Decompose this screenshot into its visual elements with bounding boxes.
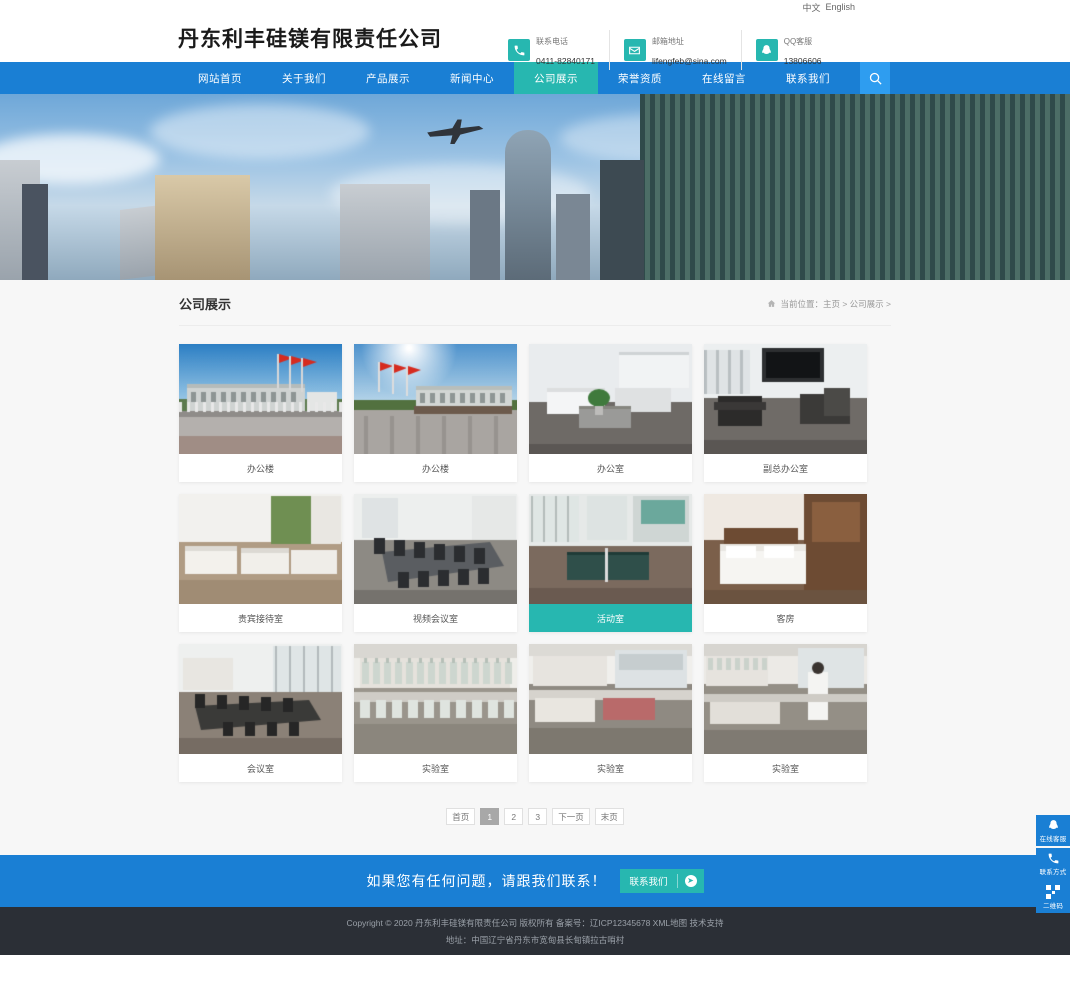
- contact-email: 邮箱地址 lifengfeb@sina.com: [608, 30, 741, 70]
- footer-address: 地址：中国辽宁省丹东市宽甸县长甸镇拉古哨村: [445, 934, 625, 945]
- language-bar: 中文 English: [0, 0, 1070, 14]
- pagination-first[interactable]: 首页: [446, 808, 476, 825]
- pagination-page-3[interactable]: 3: [528, 808, 548, 825]
- gallery-card[interactable]: 贵宾接待室: [179, 494, 342, 632]
- gallery-thumbnail: [179, 344, 342, 454]
- contact-phone-label: 联系电话: [536, 37, 568, 46]
- contact-qq-value: 13806606: [783, 56, 822, 66]
- contact-qq: QQ客服 13806606: [740, 30, 836, 70]
- side-online-service[interactable]: 在线客服: [1036, 815, 1070, 846]
- cta-contact-button[interactable]: 联系我们 ➤: [620, 869, 704, 893]
- floating-service-widget: 在线客服 联系方式 二维码: [1036, 815, 1070, 915]
- lang-en-link[interactable]: English: [825, 2, 855, 12]
- site-logo[interactable]: 丹东利丰硅镁有限责任公司: [178, 23, 442, 53]
- search-button[interactable]: [860, 62, 890, 94]
- gallery-card[interactable]: 活动室: [529, 494, 692, 632]
- gallery-card[interactable]: 办公室: [529, 344, 692, 482]
- gallery-caption: 办公楼: [246, 463, 274, 474]
- gallery-caption: 视频会议室: [412, 613, 458, 624]
- contact-phone: 联系电话 0411-82840171: [508, 30, 609, 70]
- home-icon: [768, 300, 776, 307]
- pagination: 首页 1 2 3 下一页 末页: [179, 808, 891, 825]
- phone-icon: [508, 39, 530, 61]
- gallery-card[interactable]: 实验室: [529, 644, 692, 782]
- gallery-caption: 贵宾接待室: [237, 613, 283, 624]
- gallery-thumbnail: [529, 644, 692, 754]
- gallery-caption: 会议室: [246, 763, 274, 774]
- pagination-page-1[interactable]: 1: [480, 808, 500, 825]
- gallery-thumbnail: [529, 494, 692, 604]
- gallery-card[interactable]: 副总办公室: [704, 344, 867, 482]
- qr-icon: [1046, 885, 1060, 899]
- gallery-caption: 实验室: [421, 763, 449, 774]
- pagination-next[interactable]: 下一页: [552, 808, 590, 825]
- gallery-card[interactable]: 办公楼: [179, 344, 342, 482]
- gallery-card[interactable]: 会议室: [179, 644, 342, 782]
- gallery-grid: 办公楼 办公楼 办公室 副总办公室贵宾接待室 视频会议室 活动室 客房会议室 实验室 实验室 实验…: [179, 344, 891, 782]
- site-header: 丹东利丰硅镁有限责任公司 联系电话 0411-82840171 邮箱地址 lif…: [0, 14, 1070, 70]
- gallery-thumbnail: [354, 494, 517, 604]
- phone-icon: [1048, 853, 1058, 864]
- gallery-card[interactable]: 实验室: [704, 644, 867, 782]
- mail-icon: [623, 39, 646, 61]
- page-content: 公司展示 当前位置：主页 > 公司展示 > 办公楼 办公楼 办公室 副总办公室贵宾接待…: [0, 280, 1070, 855]
- gallery-caption: 办公楼: [421, 463, 449, 474]
- site-footer: Copyright © 2020 丹东利丰硅镁有限责任公司 版权所有 备案号：辽…: [0, 907, 1070, 955]
- lang-zh-link[interactable]: 中文: [802, 1, 820, 14]
- gallery-card[interactable]: 实验室: [354, 644, 517, 782]
- hero-banner: [0, 94, 1070, 280]
- breadcrumb: 当前位置：主页 > 公司展示 >: [767, 298, 891, 310]
- side-qr-code-label: 二维码: [1042, 903, 1064, 910]
- contact-email-value: lifengfeb@sina.com: [651, 56, 727, 66]
- gallery-caption: 办公室: [596, 463, 624, 474]
- gallery-thumbnail: [354, 344, 517, 454]
- header-contacts: 联系电话 0411-82840171 邮箱地址 lifengfeb@sina.c…: [508, 30, 836, 70]
- nav-item-home[interactable]: 网站首页: [178, 62, 262, 94]
- gallery-caption: 副总办公室: [762, 463, 808, 474]
- gallery-caption: 实验室: [596, 763, 624, 774]
- contact-phone-value: 0411-82840171: [536, 56, 595, 66]
- nav-item-news[interactable]: 新闻中心: [430, 62, 514, 94]
- side-contact-method[interactable]: 联系方式: [1036, 848, 1070, 879]
- gallery-thumbnail: [179, 644, 342, 754]
- qq-icon: [1048, 820, 1058, 829]
- side-contact-method-label: 联系方式: [1039, 869, 1067, 876]
- pagination-page-2[interactable]: 2: [504, 808, 524, 825]
- side-online-service-label: 在线客服: [1039, 836, 1067, 843]
- contact-email-label: 邮箱地址: [651, 37, 684, 46]
- cta-button-label: 联系我们: [629, 877, 668, 888]
- gallery-caption: 活动室: [529, 604, 692, 632]
- contact-qq-label: QQ客服: [783, 37, 813, 46]
- arrow-right-icon: ➤: [678, 875, 704, 887]
- page-title: 公司展示: [179, 297, 232, 312]
- page-header: 公司展示 当前位置：主页 > 公司展示 >: [179, 280, 891, 326]
- cta-banner: 如果您有任何问题，请跟我们联系！ 联系我们 ➤: [0, 855, 1070, 907]
- gallery-caption: 客房: [776, 613, 795, 624]
- gallery-thumbnail: [179, 494, 342, 604]
- gallery-thumbnail: [354, 644, 517, 754]
- footer-copyright: Copyright © 2020 丹东利丰硅镁有限责任公司 版权所有 备案号：辽…: [346, 917, 724, 928]
- gallery-card[interactable]: 办公楼: [354, 344, 517, 482]
- side-qr-code[interactable]: 二维码: [1036, 881, 1070, 913]
- gallery-card[interactable]: 客房: [704, 494, 867, 632]
- cta-text: 如果您有任何问题，请跟我们联系！: [366, 873, 607, 889]
- gallery-caption: 实验室: [771, 763, 799, 774]
- gallery-thumbnail: [704, 494, 867, 604]
- airplane-icon: [427, 119, 484, 144]
- breadcrumb-text: 当前位置：主页 > 公司展示 >: [780, 298, 891, 309]
- search-icon: [869, 72, 882, 85]
- qq-icon: [755, 39, 778, 61]
- gallery-thumbnail: [529, 344, 692, 454]
- pagination-last[interactable]: 末页: [594, 808, 624, 825]
- gallery-card[interactable]: 视频会议室: [354, 494, 517, 632]
- nav-item-about[interactable]: 关于我们: [262, 62, 346, 94]
- nav-item-products[interactable]: 产品展示: [346, 62, 430, 94]
- gallery-thumbnail: [704, 644, 867, 754]
- gallery-thumbnail: [704, 344, 867, 454]
